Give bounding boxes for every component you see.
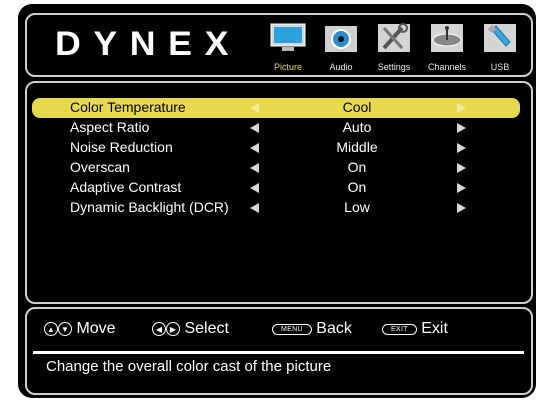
tab-audio[interactable]: Audio — [315, 18, 367, 76]
arrow-right-icon[interactable] — [456, 122, 468, 134]
menu-item-value: Auto — [342, 119, 372, 135]
menu-item-label: Adaptive Contrast — [70, 179, 182, 195]
arrow-left-icon[interactable] — [248, 122, 260, 134]
arrow-left-icon[interactable] — [248, 142, 260, 154]
menu-item-label: Noise Reduction — [70, 139, 173, 155]
tab-picture[interactable]: Picture — [262, 18, 314, 76]
arrow-left-icon[interactable] — [248, 102, 260, 114]
arrow-right-icon[interactable] — [456, 182, 468, 194]
menu-item-aspect-ratio[interactable]: Aspect Ratio Auto — [32, 118, 520, 138]
tab-usb[interactable]: USB — [474, 18, 526, 76]
menu-item-noise-reduction[interactable]: Noise Reduction Middle — [32, 138, 520, 158]
arrow-right-icon[interactable] — [456, 142, 468, 154]
back-hint-label: Back — [316, 320, 352, 337]
arrow-left-icon[interactable] — [248, 182, 260, 194]
left-arrow-icon: ◀ — [152, 322, 166, 336]
menu-item-value: On — [347, 159, 367, 175]
dynex-logo: DYNEX — [55, 25, 241, 63]
right-arrow-icon: ▶ — [166, 322, 180, 336]
menu-item-value: Middle — [336, 139, 378, 155]
satellite-dish-icon — [431, 24, 463, 52]
tab-settings[interactable]: Settings — [368, 18, 420, 76]
tab-channels[interactable]: Channels — [421, 18, 473, 76]
menu-item-dynamic-backlight[interactable]: Dynamic Backlight (DCR) Low — [32, 198, 520, 218]
speaker-icon — [325, 26, 357, 52]
arrow-left-icon[interactable] — [248, 162, 260, 174]
arrow-left-icon[interactable] — [248, 202, 260, 214]
up-arrow-icon: ▲ — [44, 322, 58, 336]
menu-item-label: Dynamic Backlight (DCR) — [70, 199, 229, 215]
tv-icon — [270, 23, 306, 51]
menu-item-adaptive-contrast[interactable]: Adaptive Contrast On — [32, 178, 520, 198]
tools-icon — [378, 23, 410, 52]
usb-drive-icon — [484, 24, 516, 52]
select-hint: ◀ ▶ Select — [152, 320, 229, 340]
item-description: Change the overall color cast of the pic… — [46, 358, 332, 375]
footer-divider — [33, 351, 524, 354]
menu-item-color-temperature[interactable]: Color Temperature Cool — [32, 98, 520, 118]
move-hint-label: Move — [76, 320, 116, 337]
menu-item-value: Cool — [342, 99, 372, 115]
move-hint: ▲ ▼ Move — [44, 320, 116, 340]
exit-hint: EXIT Exit — [382, 320, 448, 340]
menu-item-label: Overscan — [70, 159, 130, 175]
back-hint: MENU Back — [272, 320, 352, 340]
exit-key-icon: EXIT — [382, 323, 417, 335]
menu-item-value: Low — [344, 199, 370, 215]
menu-item-label: Color Temperature — [70, 99, 186, 115]
menu-key-icon: MENU — [272, 323, 312, 335]
down-arrow-icon: ▼ — [58, 322, 72, 336]
menu-item-overscan[interactable]: Overscan On — [32, 158, 520, 178]
select-hint-label: Select — [184, 320, 229, 337]
menu-item-value: On — [347, 179, 367, 195]
arrow-right-icon[interactable] — [456, 162, 468, 174]
arrow-right-icon[interactable] — [456, 102, 468, 114]
exit-hint-label: Exit — [421, 320, 448, 337]
arrow-right-icon[interactable] — [456, 202, 468, 214]
tab-label: USB — [490, 62, 510, 72]
menu-item-label: Aspect Ratio — [70, 119, 150, 135]
